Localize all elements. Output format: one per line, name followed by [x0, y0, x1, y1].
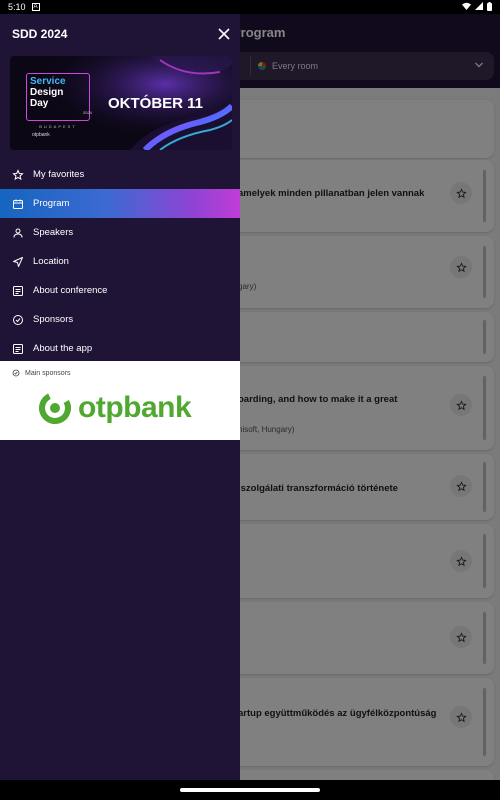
navigation-icon — [12, 256, 24, 268]
sponsor-logo[interactable]: otpbank — [38, 389, 208, 427]
nav-item-label: My favorites — [33, 169, 85, 180]
conference-banner: Service Design Day 2024 BUDAPEST otpbank… — [10, 56, 232, 150]
main-sponsors: Main sponsors otpbank — [0, 361, 240, 440]
verified-icon — [12, 314, 24, 326]
nav-item-label: Speakers — [33, 227, 74, 238]
drawer-title: SDD 2024 — [12, 27, 68, 41]
otp-logo-icon — [39, 392, 71, 424]
nav-item-sponsors[interactable]: Sponsors — [0, 305, 240, 334]
status-time: 5:10 — [8, 2, 26, 12]
nav-item-favorites[interactable]: My favorites — [0, 160, 240, 189]
home-gesture-handle[interactable] — [180, 788, 320, 792]
nav-item-about-conference[interactable]: About conference — [0, 276, 240, 305]
notification-icon: A — [31, 3, 40, 11]
nav-item-label: About conference — [33, 285, 108, 296]
status-bar: 5:10 A — [0, 0, 500, 14]
article-icon — [12, 285, 24, 297]
sponsors-heading: Main sponsors — [25, 369, 71, 377]
nav-item-label: Location — [33, 256, 69, 267]
banner-city: BUDAPEST — [39, 124, 77, 129]
nav-item-label: Program — [33, 198, 70, 209]
nav-item-about-app[interactable]: About the app — [0, 334, 240, 363]
banner-date: OKTÓBER 11 — [108, 95, 204, 112]
battery-icon — [487, 1, 492, 13]
nav-item-label: About the app — [33, 343, 93, 354]
conference-logo: Service Design Day 2024 — [26, 73, 92, 121]
calendar-icon — [12, 198, 24, 210]
screen: 5:10 A Program Every room amelyek minden… — [0, 0, 500, 800]
verified-icon — [12, 369, 20, 377]
wifi-icon — [462, 2, 471, 12]
star-icon — [12, 168, 24, 181]
drawer-nav: My favorites Program Speakers Location A… — [0, 160, 240, 363]
banner-powered-by: otpbank — [32, 132, 50, 138]
navigation-drawer: SDD 2024 Service Design Day 2024 BUDAPES… — [0, 14, 240, 780]
nav-item-speakers[interactable]: Speakers — [0, 218, 240, 247]
person-icon — [12, 227, 24, 239]
sponsor-name: otpbank — [78, 391, 192, 424]
close-icon[interactable] — [218, 28, 230, 40]
nav-item-program[interactable]: Program — [0, 189, 240, 218]
article-icon — [12, 343, 24, 355]
nav-item-label: Sponsors — [33, 314, 74, 325]
system-nav-bar — [0, 780, 500, 800]
nav-item-location[interactable]: Location — [0, 247, 240, 276]
signal-icon — [475, 2, 483, 12]
